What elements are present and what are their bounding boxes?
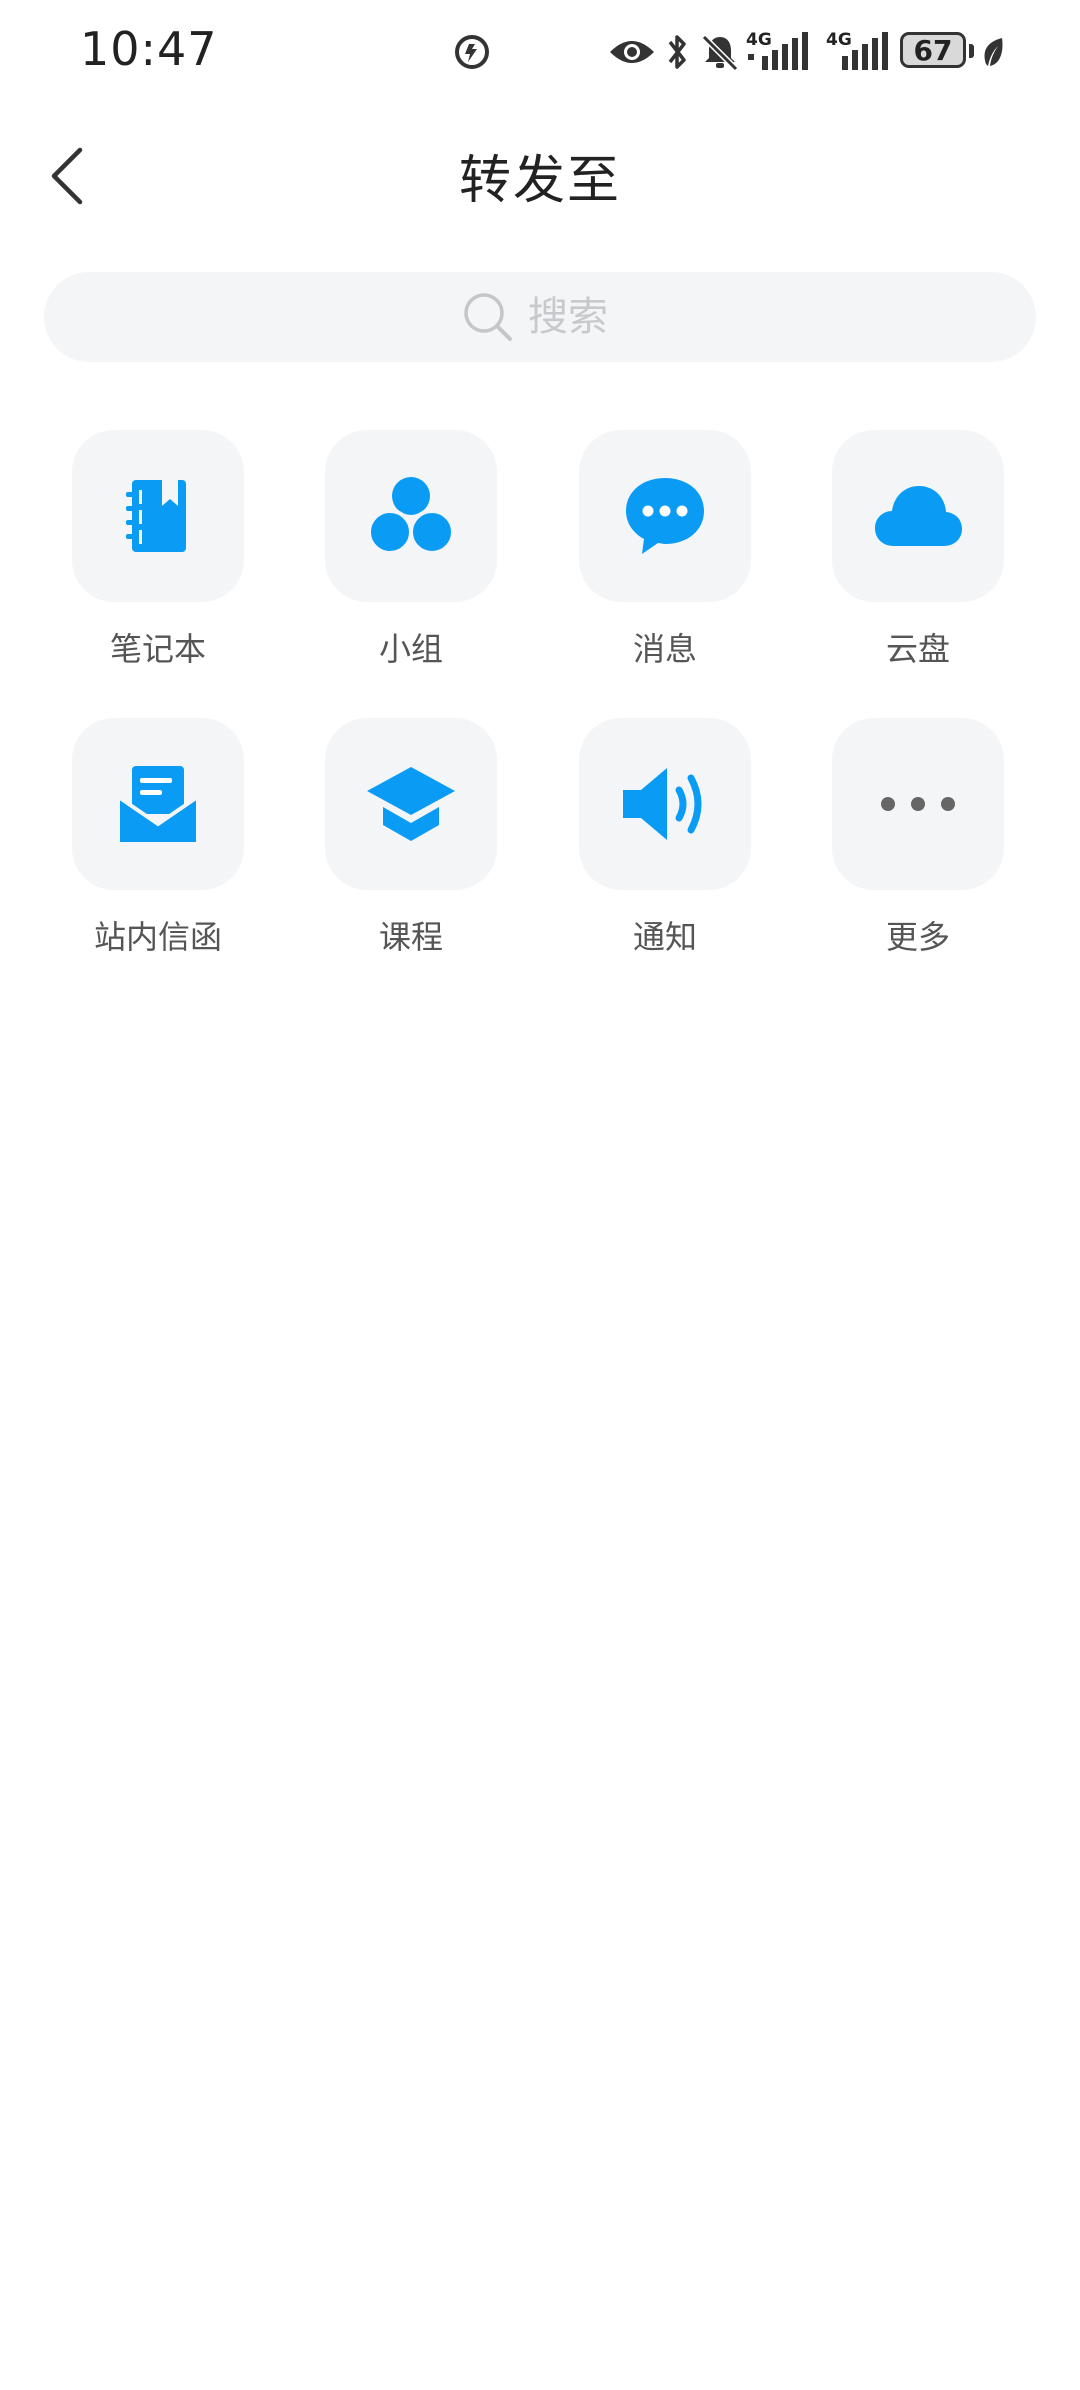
group-icon	[367, 477, 455, 555]
search-input[interactable]	[528, 294, 618, 340]
tile-label: 更多	[885, 918, 950, 956]
share-page: 10:47 4G 4G 67 转发至 搜索 笔记本 小组 消息 云盘 站内信函 …	[0, 0, 1080, 2390]
tile-icon-box	[832, 430, 1004, 602]
more-dots-icon	[881, 797, 955, 811]
tile-label: 消息	[632, 630, 697, 668]
battery-icon: 67	[900, 32, 966, 68]
chat-bubble-icon	[626, 478, 704, 554]
data-saver-icon	[455, 35, 489, 69]
tile-label: 站内信函	[93, 918, 222, 956]
bell-off-icon	[701, 34, 739, 72]
graduation-cap-icon	[367, 767, 455, 841]
tile-label: 云盘	[885, 630, 950, 668]
battery-level: 67	[913, 33, 953, 67]
status-time: 10:47	[80, 22, 218, 76]
search-icon	[464, 293, 512, 341]
share-target-message[interactable]: 消息	[575, 430, 755, 670]
share-target-more[interactable]: 更多	[828, 718, 1008, 958]
tile-icon-box	[325, 430, 497, 602]
share-target-cloud-drive[interactable]: 云盘	[828, 430, 1008, 670]
status-bar: 10:47 4G 4G 67	[0, 0, 1080, 105]
share-target-site-mail[interactable]: 站内信函	[68, 718, 248, 958]
tile-icon-box	[72, 718, 244, 890]
tile-icon-box	[579, 718, 751, 890]
share-target-notice[interactable]: 通知	[575, 718, 755, 958]
notebook-icon	[126, 480, 186, 552]
speaker-icon	[623, 768, 702, 840]
mail-letter-icon	[118, 766, 198, 842]
signal-icon	[748, 32, 808, 70]
cloud-icon	[875, 486, 962, 546]
tile-label: 小组	[378, 630, 443, 668]
bluetooth-icon	[668, 35, 686, 69]
battery-tip	[969, 44, 974, 58]
page-title: 转发至	[458, 151, 621, 211]
tile-label: 笔记本	[109, 630, 206, 668]
search-bar[interactable]	[44, 272, 1036, 362]
eye-icon	[610, 41, 654, 63]
tile-label: 通知	[632, 918, 697, 956]
leaf-icon	[984, 38, 1003, 66]
signal-icon	[842, 32, 888, 70]
tile-icon-box	[579, 430, 751, 602]
tile-icon-box	[72, 430, 244, 602]
tile-label: 课程	[378, 918, 443, 956]
share-target-course[interactable]: 课程	[321, 718, 501, 958]
tile-icon-box	[325, 718, 497, 890]
share-target-notebook[interactable]: 笔记本	[68, 430, 248, 670]
tile-icon-box	[832, 718, 1004, 890]
share-target-group[interactable]: 小组	[321, 430, 501, 670]
